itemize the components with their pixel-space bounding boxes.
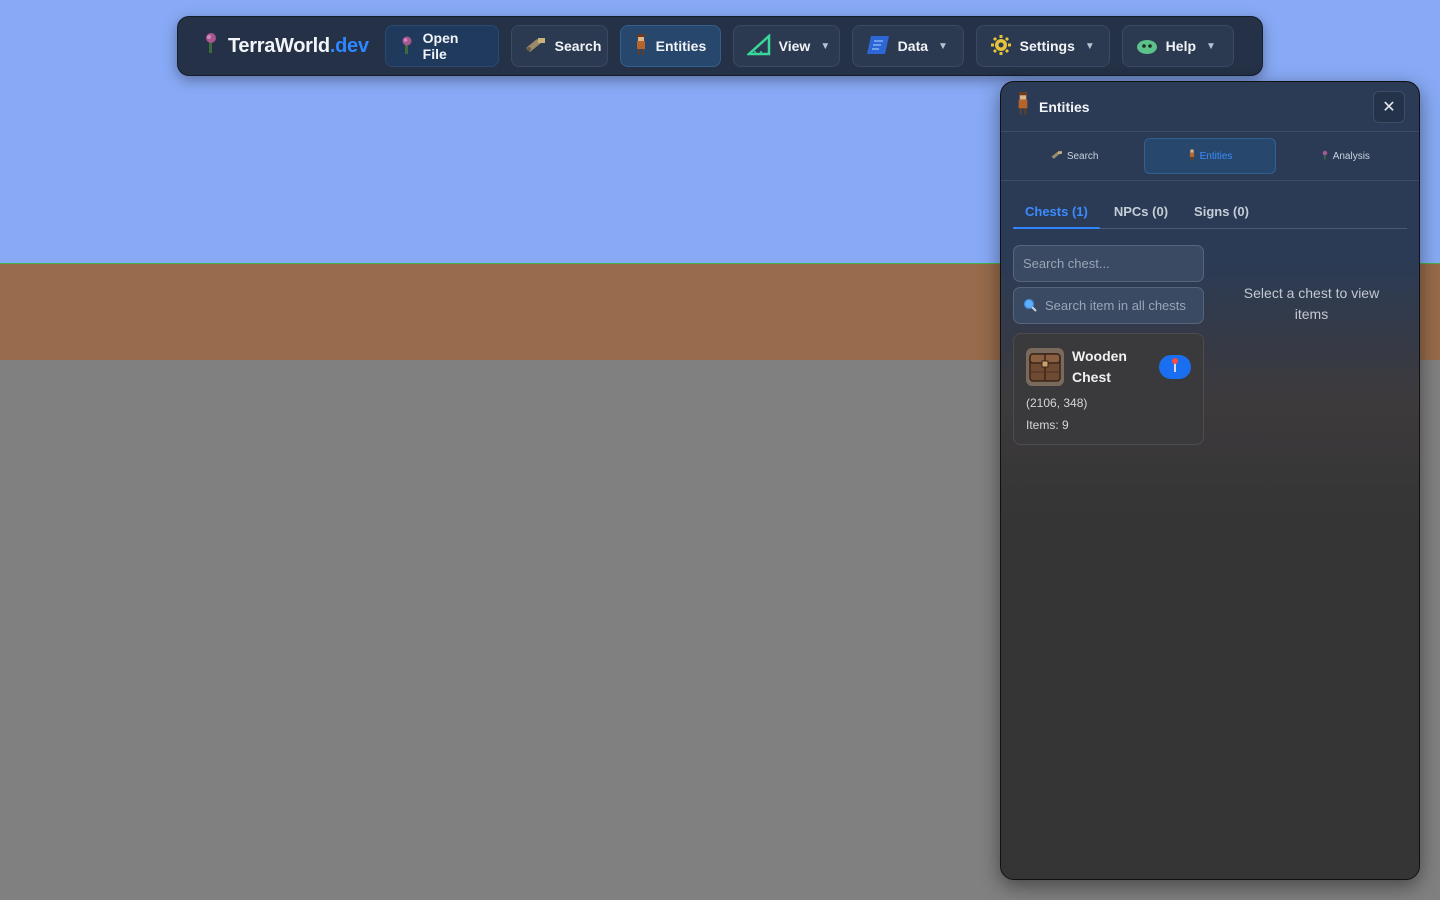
guide-icon <box>634 33 648 59</box>
search-label: Search <box>554 38 602 54</box>
drill-icon <box>525 36 547 57</box>
chest-list-column: Wooden Chest (2106, 348) Items: 9 <box>1013 245 1204 445</box>
locate-badge[interactable] <box>1159 355 1191 379</box>
chevron-down-icon: ▼ <box>938 40 948 52</box>
brand-suffix: .dev <box>329 34 369 57</box>
settings-menu-button[interactable]: Settings ▼ <box>975 25 1110 67</box>
data-label: Data <box>897 38 929 54</box>
bloom-icon <box>1321 149 1329 164</box>
close-icon: ✕ <box>1382 98 1396 116</box>
drill-icon <box>1051 150 1063 163</box>
guide-icon <box>1188 149 1196 164</box>
subtab-chests[interactable]: Chests (1) <box>1013 204 1100 229</box>
entities-panel: Entities ✕ Search Entities Analysis Ches… <box>1000 81 1420 880</box>
chevron-down-icon: ▼ <box>1084 40 1095 52</box>
tab-analysis-label: Analysis <box>1332 150 1370 162</box>
tab-search[interactable]: Search <box>1009 138 1140 174</box>
tab-search-label: Search <box>1066 150 1099 162</box>
tab-entities-label: Entities <box>1199 150 1233 162</box>
bloom-icon <box>399 35 415 58</box>
bloom-icon <box>202 32 220 60</box>
open-file-button[interactable]: Open File <box>384 25 499 67</box>
chests-content: Wooden Chest (2106, 348) Items: 9 Select… <box>1001 229 1419 461</box>
help-label: Help <box>1165 38 1197 54</box>
entities-label: Entities <box>655 38 707 54</box>
slime-icon <box>1136 36 1158 57</box>
help-menu-button[interactable]: Help ▼ <box>1121 25 1234 67</box>
empty-selection-message: Select a chest to view items <box>1243 285 1380 322</box>
guide-icon <box>1015 92 1031 121</box>
brand-name: TerraWorld <box>228 34 330 57</box>
search-chest-input[interactable] <box>1013 245 1204 282</box>
search-item-input[interactable] <box>1013 287 1204 324</box>
tab-entities[interactable]: Entities <box>1144 138 1276 174</box>
subtab-npcs[interactable]: NPCs (0) <box>1114 204 1168 228</box>
chevron-down-icon: ▼ <box>1206 40 1216 52</box>
chest-item-count: Items: 9 <box>1026 418 1069 432</box>
open-file-label: Open File <box>422 30 459 62</box>
chest-detail-column: Select a chest to view items <box>1216 245 1407 445</box>
settings-label: Settings <box>1019 38 1075 54</box>
chest-name: Wooden Chest <box>1072 348 1127 385</box>
close-button[interactable]: ✕ <box>1373 90 1405 123</box>
chest-list-item[interactable]: Wooden Chest (2106, 348) Items: 9 <box>1013 333 1204 445</box>
subtab-signs[interactable]: Signs (0) <box>1194 204 1249 228</box>
panel-header: Entities ✕ <box>1001 82 1419 132</box>
tab-analysis[interactable]: Analysis <box>1280 138 1411 174</box>
panel-main-tabs: Search Entities Analysis <box>1001 132 1419 181</box>
entity-subtabs: Chests (1) NPCs (0) Signs (0) <box>1013 195 1407 229</box>
brand-logo[interactable]: TerraWorld .dev <box>202 32 369 60</box>
torch-icon <box>1171 357 1179 378</box>
entities-button[interactable]: Entities <box>619 25 721 67</box>
ruler-icon <box>745 32 771 59</box>
chest-coordinates: (2106, 348) <box>1026 396 1088 410</box>
data-menu-button[interactable]: Data ▼ <box>851 25 964 67</box>
chest-icon <box>1026 348 1064 386</box>
chest-header: Wooden Chest <box>1026 346 1191 388</box>
search-button[interactable]: Search <box>510 25 608 67</box>
main-toolbar: TerraWorld .dev Open File Search Entities… <box>177 16 1263 76</box>
view-label: View <box>778 38 811 54</box>
search-icon <box>1023 298 1037 317</box>
blueprint-icon <box>866 35 890 58</box>
panel-title: Entities <box>1039 98 1090 115</box>
search-item-wrapper <box>1013 287 1204 324</box>
chevron-down-icon: ▼ <box>820 40 831 52</box>
view-menu-button[interactable]: View ▼ <box>732 25 840 67</box>
gear-icon <box>990 34 1012 59</box>
